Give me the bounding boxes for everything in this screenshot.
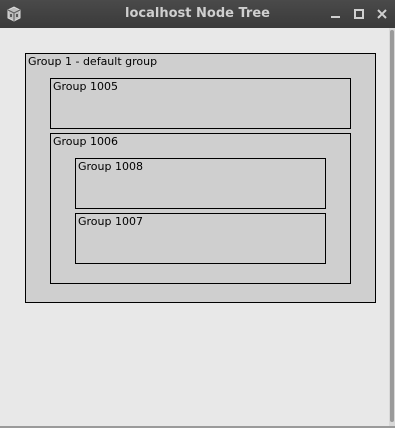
node-tree-window: localhost Node Tree Group 1 - default gr…	[0, 0, 395, 428]
scrollbar-thumb[interactable]	[390, 30, 394, 422]
group-1007[interactable]: Group 1007	[75, 213, 326, 264]
titlebar[interactable]: localhost Node Tree	[0, 0, 395, 28]
group-label: Group 1008	[78, 160, 143, 173]
group-1-default[interactable]: Group 1 - default group Group 1005 Group…	[25, 53, 376, 303]
group-label: Group 1007	[78, 215, 143, 228]
group-1008[interactable]: Group 1008	[75, 158, 326, 209]
vertical-scrollbar[interactable]	[389, 28, 395, 428]
group-1006[interactable]: Group 1006 Group 1008 Group 1007	[50, 133, 351, 284]
close-icon[interactable]	[373, 5, 391, 23]
group-label: Group 1005	[53, 80, 118, 93]
group-1005[interactable]: Group 1005	[50, 78, 351, 129]
node-tree-canvas: Group 1 - default group Group 1005 Group…	[0, 28, 389, 428]
minimize-icon[interactable]	[327, 5, 345, 23]
group-label: Group 1 - default group	[28, 55, 158, 68]
group-label: Group 1006	[53, 135, 118, 148]
maximize-icon[interactable]	[350, 5, 368, 23]
